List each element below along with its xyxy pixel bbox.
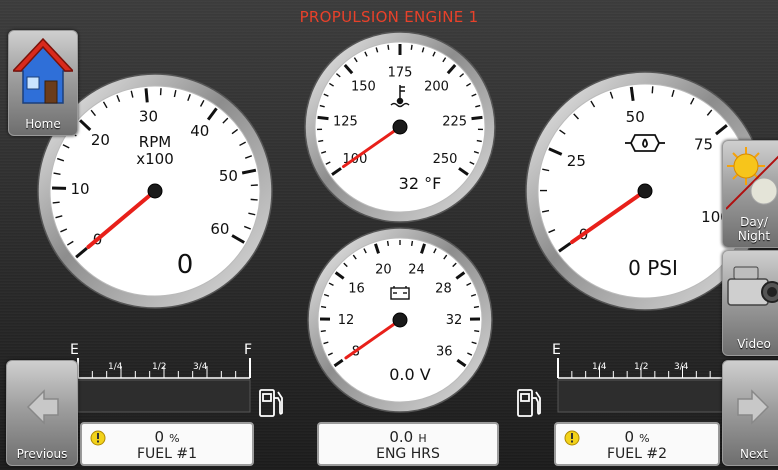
fuel-1-three-quarter-label: 3/4	[193, 362, 208, 372]
minor-tick	[476, 139, 482, 143]
home-button[interactable]: Home	[8, 30, 78, 136]
video-camera-icon	[727, 266, 778, 306]
major-tick	[471, 115, 483, 121]
major-tick	[629, 86, 635, 101]
minor-tick	[320, 330, 326, 333]
fuel-pump-icon	[259, 389, 283, 417]
gauge-readout: 0	[177, 250, 194, 280]
fuel-2-level-track	[557, 379, 725, 413]
minor-tick	[386, 240, 390, 247]
fuel-1-level-track	[77, 379, 251, 413]
tick-label: 36	[436, 345, 453, 360]
fuel-pump-icon	[517, 389, 541, 417]
minor-tick	[387, 44, 390, 50]
minor-tick	[250, 198, 258, 201]
fuel-2-empty-label: E	[552, 342, 561, 358]
video-button[interactable]: Video	[722, 250, 778, 356]
minor-tick	[318, 139, 324, 143]
needle-hub	[147, 183, 163, 199]
fuel-2-level-scale: E 1/4 1/2 3/4	[517, 342, 725, 417]
tick-label: 16	[348, 282, 365, 297]
minor-tick	[410, 240, 414, 247]
tick-label: 175	[388, 66, 413, 81]
tick-label: 30	[139, 108, 158, 126]
minor-tick	[473, 305, 479, 309]
coolant-temperature-gauge: 10012515017520022525032 °F	[304, 31, 496, 223]
house-icon	[13, 37, 73, 104]
tick-label: 150	[351, 80, 376, 95]
gauge-readout: 32 °F	[399, 174, 442, 193]
minor-tick	[52, 201, 60, 204]
fuel-1-full-label: F	[244, 342, 252, 358]
fuel-1-readout: 0 % FUEL #1	[80, 422, 254, 466]
tick-label: 10	[70, 180, 89, 198]
tick-label: 12	[338, 313, 355, 328]
next-button[interactable]: Next	[722, 360, 778, 466]
tick-label: 250	[433, 152, 458, 167]
engine-hours-value: 0.0	[389, 428, 414, 446]
tick-label: 50	[626, 108, 645, 126]
battery-voltage-gauge: 8121620242832360.0 V	[307, 227, 493, 413]
sun-moon-icon	[726, 147, 778, 210]
fuel-1-empty-label: E	[70, 342, 79, 358]
tick-label: 24	[408, 262, 425, 277]
rpm-unit-label: x100	[136, 150, 174, 168]
previous-button-label: Previous	[16, 447, 68, 461]
major-tick	[144, 88, 149, 103]
page-title: PROPULSION ENGINE 1	[299, 8, 479, 26]
engine-screen: PROPULSION ENGINE 1 0 10 20 30 40 50 60 0 RPMx10…	[0, 0, 778, 470]
needle-hub	[392, 119, 408, 135]
fuel-2-readout: 0 % FUEL #2	[554, 422, 720, 466]
arrow-right-icon	[737, 389, 770, 425]
fuel-2-unit: %	[639, 432, 650, 445]
major-tick	[317, 115, 329, 121]
minor-tick	[651, 86, 654, 94]
tick-label: 225	[442, 114, 467, 129]
fuel-1-unit: %	[169, 432, 180, 445]
previous-button[interactable]: Previous	[6, 360, 78, 466]
arrow-left-icon	[26, 389, 59, 425]
tick-label: 125	[333, 114, 358, 129]
tick-label: 28	[435, 282, 452, 297]
engine-hours-unit: H	[418, 432, 427, 445]
tick-label: 20	[91, 131, 110, 149]
tick-label: 32	[446, 313, 463, 328]
tick-label: 40	[190, 122, 209, 140]
fuel-1-value: 0	[154, 428, 164, 446]
tick-label: 200	[424, 80, 449, 95]
gauge-readout: 0 PSI	[628, 256, 678, 280]
gauge-readout: 0.0 V	[389, 365, 431, 384]
fuel-2-value: 0	[624, 428, 634, 446]
next-button-label: Next	[740, 447, 768, 461]
day-night-button[interactable]: Day/ Night	[722, 140, 778, 248]
engine-hours-label: ENG HRS	[376, 446, 440, 462]
rpm-label: RPM	[139, 133, 171, 151]
video-button-label: Video	[737, 337, 771, 351]
minor-tick	[474, 330, 480, 333]
warning-icon	[564, 430, 580, 446]
engine-hours-readout: 0.0 H ENG HRS	[317, 422, 499, 466]
needle-hub	[392, 312, 408, 328]
tick-label: 50	[219, 167, 238, 185]
fuel-2-three-quarter-label: 3/4	[674, 362, 689, 372]
minor-tick	[410, 44, 413, 50]
day-night-button-label: Day/ Night	[737, 215, 771, 243]
fuel-1-name: FUEL #1	[136, 446, 198, 462]
tick-label: 25	[567, 152, 586, 170]
tick-label: 20	[375, 262, 392, 277]
minor-tick	[321, 305, 327, 309]
fuel-2-name: FUEL #2	[606, 446, 668, 462]
tick-label: 75	[694, 135, 713, 153]
home-button-label: Home	[25, 117, 61, 131]
needle-hub	[637, 183, 653, 199]
fuel-1-level-scale: E F 1/4 1/2 3/4	[70, 342, 283, 417]
warning-icon	[90, 430, 106, 446]
tick-label: 60	[210, 220, 229, 238]
